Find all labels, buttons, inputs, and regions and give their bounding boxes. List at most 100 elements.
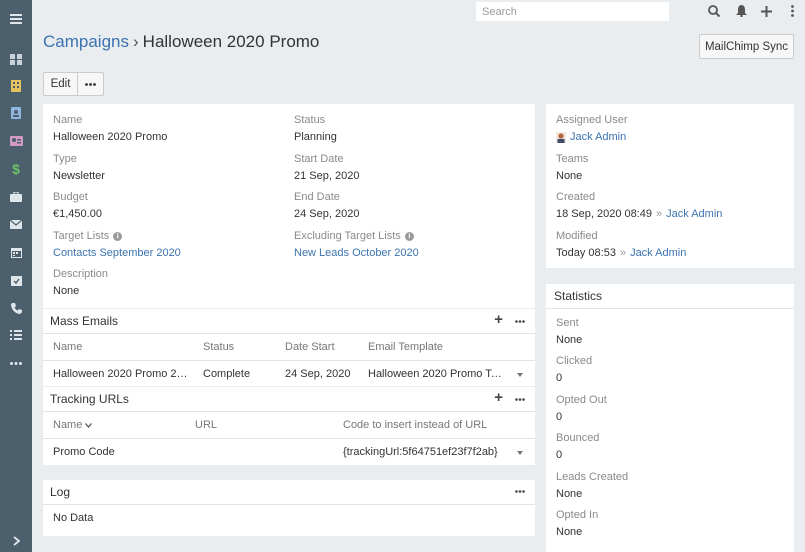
bell-icon[interactable] (732, 2, 750, 20)
info-icon[interactable]: i (113, 232, 123, 241)
column-header-name[interactable]: Name (53, 419, 93, 431)
mass-email-template-link[interactable]: Halloween 2020 Promo Template (368, 368, 505, 380)
column-header[interactable]: Name (53, 341, 82, 353)
field-value: 24 Sep, 2020 (294, 208, 360, 220)
field-label: Description (53, 268, 109, 280)
sort-down-icon (85, 422, 93, 428)
mass-email-name-link[interactable]: Halloween 2020 Promo 2020 (53, 368, 193, 380)
calendar-icon[interactable] (0, 241, 32, 263)
opportunities-icon[interactable]: $ (0, 158, 32, 180)
modified-by-link[interactable]: Jack Admin (630, 246, 686, 260)
plus-icon[interactable] (757, 2, 775, 20)
column-header[interactable]: URL (195, 419, 217, 431)
search-input[interactable] (476, 2, 669, 21)
meetings-icon[interactable] (0, 269, 32, 291)
stat-opted-in: Opted In None (556, 509, 598, 539)
stat-clicked: Clicked 0 (556, 355, 592, 385)
calls-icon[interactable] (0, 297, 32, 319)
detail-panel: Name Halloween 2020 Promo Status Plannin… (43, 104, 535, 308)
stat-opted-out: Opted Out 0 (556, 394, 607, 424)
empty-state-text: No Data (53, 512, 94, 524)
more-actions-button[interactable] (78, 72, 104, 96)
field-label: Opted In (556, 509, 599, 521)
column-header[interactable]: Status (203, 341, 234, 353)
more-icon[interactable] (0, 352, 32, 374)
field-label: Created (556, 191, 596, 203)
mailchimp-sync-button[interactable]: MailChimp Sync (699, 34, 794, 59)
tracking-urls-panel: Tracking URLs + Name URL Code to insert … (43, 387, 535, 465)
log-panel: Log No Data (43, 480, 535, 536)
tracking-url-name-link[interactable]: Promo Code (53, 446, 115, 458)
row-actions-caret-icon[interactable] (517, 451, 523, 455)
breadcrumb-campaigns-link[interactable]: Campaigns (43, 32, 129, 51)
search-icon[interactable] (705, 2, 723, 20)
created-separator: » (656, 208, 663, 220)
field-label: Leads Created (556, 471, 629, 483)
cases-icon[interactable] (0, 186, 32, 208)
stat-bounced: Bounced 0 (556, 432, 599, 462)
panel-title: Statistics (554, 289, 603, 303)
field-budget: Budget €1,450.00 (53, 191, 102, 221)
assigned-user-link[interactable]: Jack Admin (570, 130, 626, 144)
field-label: Opted Out (556, 394, 607, 406)
panel-title: Log (50, 485, 71, 499)
edit-button[interactable]: Edit (43, 72, 78, 96)
add-tracking-url-button[interactable]: + (494, 389, 503, 406)
field-value: None (556, 170, 583, 182)
topbar (32, 0, 805, 22)
field-label: Type (53, 153, 77, 165)
dots-icon (85, 82, 96, 86)
mass-emails-panel: Mass Emails + Name Status Date Start Ema… (43, 309, 535, 386)
sidebar: $ (0, 0, 32, 552)
field-label: Clicked (556, 355, 593, 367)
field-target-lists: Target Lists i Contacts September 2020 (53, 230, 181, 260)
accounts-icon[interactable] (0, 75, 32, 97)
leads-icon[interactable] (0, 130, 32, 152)
field-teams: Teams None (556, 153, 588, 183)
emails-icon[interactable] (0, 213, 32, 235)
info-icon[interactable]: i (404, 232, 414, 241)
field-label: Excluding Target Lists i (294, 230, 419, 243)
created-by-link[interactable]: Jack Admin (666, 207, 722, 221)
panel-header: Mass Emails + (43, 309, 535, 333)
column-header[interactable]: Date Start (285, 341, 335, 353)
field-created: Created 18 Sep, 2020 08:49 » Jack Admin (556, 191, 722, 221)
stat-leads-created: Leads Created None (556, 471, 628, 501)
column-header[interactable]: Email Template (368, 341, 443, 353)
field-value: 0 (556, 411, 563, 423)
field-value: €1,450.00 (53, 208, 102, 220)
excluding-list-link[interactable]: New Leads October 2020 (294, 246, 419, 260)
stat-sent: Sent None (556, 317, 582, 347)
modified-date: Today 08:53 (556, 247, 616, 259)
field-assigned-user: Assigned User Jack Admin (556, 114, 628, 144)
field-excluding-target-lists: Excluding Target Lists i New Leads Octobe… (294, 230, 419, 260)
created-date: 18 Sep, 2020 08:49 (556, 208, 653, 220)
field-label: Name (53, 114, 83, 126)
add-mass-email-button[interactable]: + (494, 311, 503, 328)
panel-menu-icon[interactable] (515, 320, 525, 323)
kebab-icon[interactable] (783, 2, 801, 20)
contacts-icon[interactable] (0, 102, 32, 124)
mass-email-status: Complete (203, 368, 251, 380)
field-description: Description None (53, 268, 108, 298)
target-list-link[interactable]: Contacts September 2020 (53, 246, 181, 260)
field-value: 0 (556, 449, 563, 461)
panel-menu-icon[interactable] (515, 398, 525, 401)
column-header[interactable]: Code to insert instead of URL (343, 419, 487, 431)
field-label-text: Excluding Target Lists (294, 230, 401, 242)
field-label: End Date (294, 191, 340, 203)
dashboard-icon[interactable] (0, 48, 32, 70)
menu-icon[interactable] (0, 8, 32, 30)
field-label: Bounced (556, 432, 600, 444)
row-actions-caret-icon[interactable] (517, 373, 523, 377)
breadcrumb-separator: › (133, 32, 139, 51)
panel-menu-icon[interactable] (515, 490, 525, 493)
field-end-date: End Date 24 Sep, 2020 (294, 191, 359, 221)
field-value: None (53, 285, 80, 297)
tasks-icon[interactable] (0, 324, 32, 346)
panel-header: Tracking URLs + (43, 387, 535, 411)
field-label-text: Target Lists (53, 230, 110, 242)
collapse-chevron-icon[interactable] (0, 530, 32, 552)
mass-email-date-start: 24 Sep, 2020 (285, 368, 351, 380)
modified-separator: » (619, 247, 627, 259)
